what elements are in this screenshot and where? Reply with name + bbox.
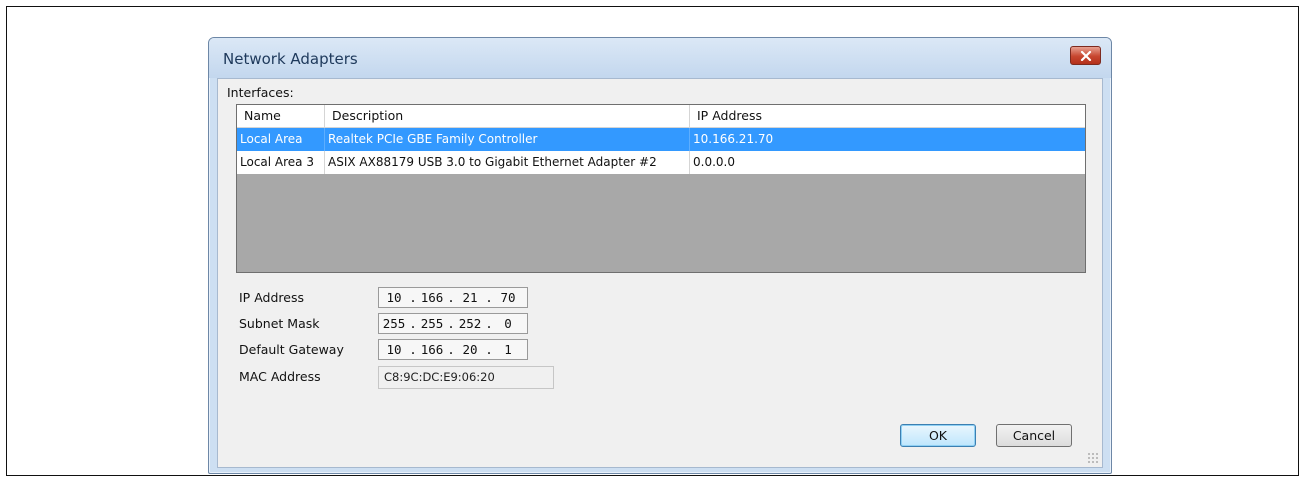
column-header-description[interactable]: Description	[325, 105, 690, 127]
window-title: Network Adapters	[223, 50, 358, 68]
subnet-octet-2[interactable]: 255	[417, 316, 447, 331]
octet-separator: .	[409, 316, 417, 331]
title-bar[interactable]: Network Adapters	[209, 38, 1111, 78]
cell-name: Local Area 3	[237, 151, 325, 174]
ip-address-label: IP Address	[239, 290, 304, 305]
cell-description: ASIX AX88179 USB 3.0 to Gigabit Ethernet…	[325, 151, 690, 174]
ip-octet-2[interactable]: 166	[417, 290, 447, 305]
ip-octet-4[interactable]: 70	[493, 290, 523, 305]
ip-octet-1[interactable]: 10	[379, 290, 409, 305]
cell-ip-address: 10.166.21.70	[693, 132, 774, 146]
gateway-octet-3[interactable]: 20	[455, 342, 485, 357]
interfaces-list[interactable]: Name Description IP Address Local Area R…	[236, 104, 1086, 273]
octet-separator: .	[447, 290, 455, 305]
network-adapters-dialog: Network Adapters Interfaces: Name Descri…	[208, 37, 1112, 474]
close-icon	[1080, 50, 1091, 61]
octet-separator: .	[409, 290, 417, 305]
octet-separator: .	[447, 342, 455, 357]
outer-frame: Network Adapters Interfaces: Name Descri…	[6, 6, 1299, 476]
list-header: Name Description IP Address	[237, 105, 1085, 128]
column-header-ip-address[interactable]: IP Address	[690, 105, 1085, 127]
octet-separator: .	[485, 342, 493, 357]
subnet-mask-field[interactable]: 255. 255. 252. 0	[378, 313, 528, 334]
octet-separator: .	[485, 290, 493, 305]
ok-button[interactable]: OK	[900, 424, 976, 447]
gateway-octet-2[interactable]: 166	[417, 342, 447, 357]
gateway-octet-1[interactable]: 10	[379, 342, 409, 357]
subnet-mask-label: Subnet Mask	[239, 316, 320, 331]
mac-address-field: C8:9C:DC:E9:06:20	[378, 366, 554, 389]
column-header-name[interactable]: Name	[237, 105, 325, 127]
octet-separator: .	[485, 316, 493, 331]
ip-octet-3[interactable]: 21	[455, 290, 485, 305]
default-gateway-field[interactable]: 10. 166. 20. 1	[378, 339, 528, 360]
mac-address-label: MAC Address	[239, 369, 321, 384]
gateway-octet-4[interactable]: 1	[493, 342, 523, 357]
table-row[interactable]: Local Area Realtek PCIe GBE Family Contr…	[237, 128, 1085, 151]
octet-separator: .	[447, 316, 455, 331]
octet-separator: .	[409, 342, 417, 357]
subnet-octet-1[interactable]: 255	[379, 316, 409, 331]
interfaces-label: Interfaces:	[227, 85, 294, 100]
close-button[interactable]	[1070, 46, 1101, 65]
cell-ip-address: 0.0.0.0	[693, 155, 735, 169]
subnet-octet-3[interactable]: 252	[455, 316, 485, 331]
dialog-client-area: Interfaces: Name Description IP Address …	[217, 78, 1103, 468]
ip-address-field[interactable]: 10. 166. 21. 70	[378, 287, 528, 308]
cell-name: Local Area	[237, 128, 325, 151]
subnet-octet-4[interactable]: 0	[493, 316, 523, 331]
cell-description: Realtek PCIe GBE Family Controller	[325, 128, 690, 151]
cancel-button[interactable]: Cancel	[996, 424, 1072, 447]
table-row[interactable]: Local Area 3 ASIX AX88179 USB 3.0 to Gig…	[237, 151, 1085, 174]
resize-grip-icon[interactable]	[1087, 452, 1099, 464]
default-gateway-label: Default Gateway	[239, 342, 344, 357]
